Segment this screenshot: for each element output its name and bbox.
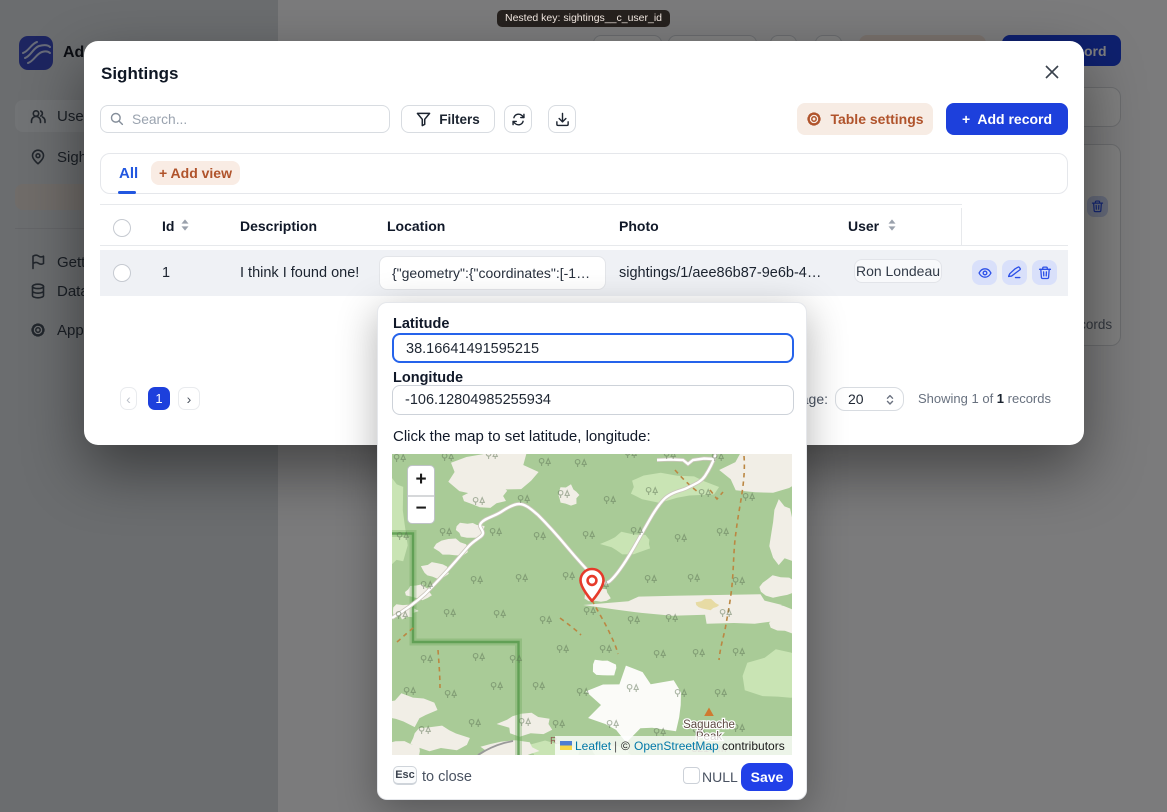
svg-text:©: ©: [621, 739, 630, 753]
svg-text:contributors: contributors: [722, 739, 785, 753]
svg-text:OpenStreetMap: OpenStreetMap: [634, 739, 719, 753]
svg-text:|: |: [614, 739, 617, 753]
svg-text:Leaflet: Leaflet: [575, 739, 612, 753]
svg-text:Saguache: Saguache: [683, 719, 735, 731]
